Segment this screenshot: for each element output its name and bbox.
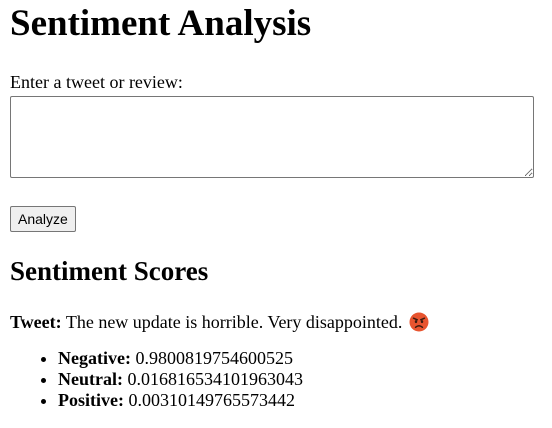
analyze-button[interactable]: Analyze	[10, 206, 76, 232]
score-neutral: Neutral: 0.016816534101963043	[58, 369, 542, 390]
score-positive-label: Positive:	[58, 390, 124, 410]
score-negative: Negative: 0.9800819754600525	[58, 348, 542, 369]
score-negative-value: 0.9800819754600525	[135, 348, 293, 368]
score-neutral-value: 0.016816534101963043	[127, 369, 303, 389]
score-neutral-label: Neutral:	[58, 369, 123, 389]
score-positive-value: 0.00310149765573442	[128, 390, 295, 410]
score-positive: Positive: 0.00310149765573442	[58, 390, 542, 411]
score-negative-label: Negative:	[58, 348, 131, 368]
page: Sentiment Analysis Enter a tweet or revi…	[0, 0, 552, 411]
angry-face-icon	[409, 312, 429, 332]
tweet-line: Tweet: The new update is horrible. Very …	[10, 310, 542, 334]
sentiment-scores-heading: Sentiment Scores	[10, 256, 209, 286]
tweet-text: The new update is horrible. Very disappo…	[65, 312, 403, 332]
review-input-label: Enter a tweet or review:	[10, 72, 183, 92]
review-input[interactable]	[10, 96, 534, 178]
tweet-label: Tweet:	[10, 312, 62, 332]
scores-list: Negative: 0.9800819754600525 Neutral: 0.…	[10, 348, 542, 411]
page-title: Sentiment Analysis	[10, 3, 312, 44]
